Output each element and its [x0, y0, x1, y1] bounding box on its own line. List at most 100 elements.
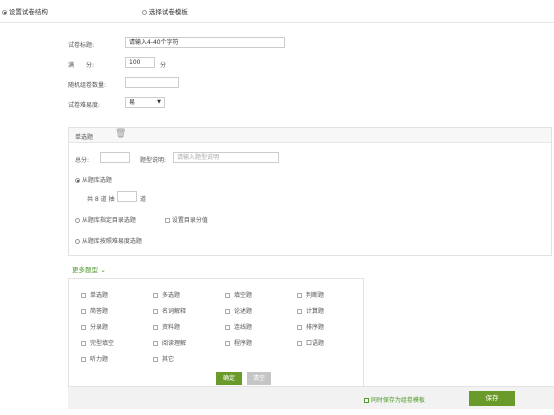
- tab-select-template[interactable]: 选择试卷模板: [142, 6, 188, 16]
- type-desc-placeholder: 请输入题型说明: [177, 154, 220, 161]
- checkbox-icon[interactable]: [81, 357, 86, 362]
- checkbox-icon[interactable]: [81, 293, 86, 298]
- type-desc-label: 题型说明:: [140, 157, 167, 164]
- qtype-item[interactable]: 计算题: [297, 306, 324, 315]
- checkbox-icon[interactable]: [153, 325, 158, 330]
- score-unit: 分: [160, 62, 167, 69]
- checkbox-icon[interactable]: [153, 309, 158, 314]
- set-dir-score-label: 设置目录分值: [171, 217, 208, 224]
- checkbox-icon[interactable]: [225, 341, 230, 346]
- radio-icon[interactable]: [75, 178, 80, 183]
- score-label: 满 分:: [68, 62, 95, 69]
- checkbox-icon[interactable]: [297, 309, 302, 314]
- qtype-label: 连线题: [234, 324, 253, 331]
- total-score-label: 总分:: [75, 157, 90, 164]
- checkbox-icon[interactable]: [153, 293, 158, 298]
- checkbox-icon[interactable]: [297, 341, 302, 346]
- more-types-toggle[interactable]: 更多题型 ⌄: [72, 264, 106, 274]
- total-score-input[interactable]: [100, 152, 130, 163]
- qtype-item[interactable]: 连线题: [225, 322, 252, 331]
- radio-icon[interactable]: [2, 10, 7, 15]
- qtype-label: 分录题: [90, 324, 109, 331]
- checkbox-icon[interactable]: [297, 325, 302, 330]
- checkbox-icon[interactable]: [297, 293, 302, 298]
- pick-count-input[interactable]: [117, 191, 137, 202]
- section-header: 单选题 🗑: [69, 128, 551, 143]
- checkbox-icon[interactable]: [81, 325, 86, 330]
- radio-icon[interactable]: [75, 239, 80, 244]
- title-input[interactable]: 请输入4-40个字符: [125, 37, 285, 48]
- qtype-label: 多选题: [162, 292, 181, 299]
- qtype-item[interactable]: 判断题: [297, 290, 324, 299]
- checkbox-icon[interactable]: [81, 341, 86, 346]
- option-from-bank-label: 从题库选题: [81, 177, 112, 184]
- option-from-dir-label: 从题库指定目录选题: [81, 217, 136, 224]
- difficulty-label: 试卷难易度:: [68, 102, 101, 109]
- checkbox-icon[interactable]: [81, 309, 86, 314]
- dropdown-arrow-icon: ▼: [157, 99, 161, 105]
- pick-count-prefix: 共 8 道 抽: [87, 196, 115, 203]
- title-input-value: 请输入4-40个字符: [129, 39, 179, 46]
- qtype-item[interactable]: 口语题: [297, 338, 324, 347]
- checkbox-icon[interactable]: [153, 357, 158, 362]
- section-title: 单选题: [75, 134, 94, 141]
- qtype-item[interactable]: 单选题: [81, 290, 108, 299]
- checkbox-icon[interactable]: [225, 293, 230, 298]
- save-button[interactable]: 保存: [469, 391, 515, 406]
- qtype-label: 填空题: [234, 292, 253, 299]
- checkbox-icon[interactable]: [165, 218, 170, 223]
- qtype-label: 判断题: [306, 292, 325, 299]
- option-by-difficulty[interactable]: 从题库按照难易度选题: [75, 236, 142, 245]
- qtype-item[interactable]: 资料题: [153, 322, 180, 331]
- qtype-label: 资料题: [162, 324, 181, 331]
- radio-icon[interactable]: [142, 10, 147, 15]
- difficulty-select[interactable]: 易 ▼: [125, 97, 165, 108]
- random-count-input[interactable]: [125, 77, 179, 88]
- more-types-label: 更多题型: [72, 266, 98, 274]
- save-as-template[interactable]: 同时保存为组卷模板: [364, 395, 425, 404]
- qtype-label: 其它: [162, 356, 175, 363]
- qtype-item[interactable]: 听力题: [81, 354, 108, 363]
- qtype-item[interactable]: 填空题: [225, 290, 252, 299]
- qtype-label: 完型填空: [90, 340, 115, 347]
- qtype-item[interactable]: 程序题: [225, 338, 252, 347]
- difficulty-value: 易: [129, 99, 136, 106]
- pick-count-suffix: 道: [140, 196, 147, 203]
- checkbox-icon[interactable]: [225, 325, 230, 330]
- checkbox-icon[interactable]: [225, 309, 230, 314]
- qtype-item[interactable]: 论述题: [225, 306, 252, 315]
- type-desc-input[interactable]: 请输入题型说明: [173, 152, 279, 163]
- qtype-item[interactable]: 名词解释: [153, 306, 186, 315]
- qtype-label: 名词解释: [162, 308, 187, 315]
- qtype-item[interactable]: 阅读理解: [153, 338, 186, 347]
- qtype-item[interactable]: 简答题: [81, 306, 108, 315]
- save-as-template-label: 同时保存为组卷模板: [370, 397, 425, 404]
- checkbox-icon[interactable]: [364, 398, 369, 403]
- qtype-label: 单选题: [90, 292, 109, 299]
- qtype-label: 排序题: [306, 324, 325, 331]
- footer-bar: 同时保存为组卷模板 保存: [68, 386, 554, 409]
- radio-icon[interactable]: [75, 218, 80, 223]
- qtype-item[interactable]: 完型填空: [81, 338, 114, 347]
- qtype-item[interactable]: 多选题: [153, 290, 180, 299]
- tab-set-structure[interactable]: 设置试卷结构: [2, 6, 48, 16]
- qtype-item[interactable]: 分录题: [81, 322, 108, 331]
- checkbox-icon[interactable]: [153, 341, 158, 346]
- clear-button[interactable]: 清空: [247, 372, 271, 385]
- qtype-item[interactable]: 其它: [153, 354, 174, 363]
- option-from-bank[interactable]: 从题库选题: [75, 175, 112, 184]
- confirm-button[interactable]: 确定: [216, 372, 242, 385]
- option-by-difficulty-label: 从题库按照难易度选题: [81, 238, 142, 245]
- chevron-down-icon: ⌄: [100, 266, 106, 274]
- title-label: 试卷标题:: [68, 42, 95, 49]
- random-count-label: 随机组卷数量:: [68, 82, 107, 89]
- trash-icon[interactable]: 🗑: [115, 129, 126, 139]
- qtype-label: 阅读理解: [162, 340, 187, 347]
- set-dir-score[interactable]: 设置目录分值: [165, 215, 208, 224]
- option-from-dir[interactable]: 从题库指定目录选题: [75, 215, 136, 224]
- qtype-item[interactable]: 排序题: [297, 322, 324, 331]
- qtype-label: 听力题: [90, 356, 109, 363]
- section-panel: 单选题 🗑 总分: 题型说明: 请输入题型说明 从题库选题 共 8 道 抽 道 …: [68, 127, 552, 256]
- tab-bar: 设置试卷结构 选择试卷模板: [0, 0, 554, 23]
- score-input[interactable]: 100: [125, 57, 155, 68]
